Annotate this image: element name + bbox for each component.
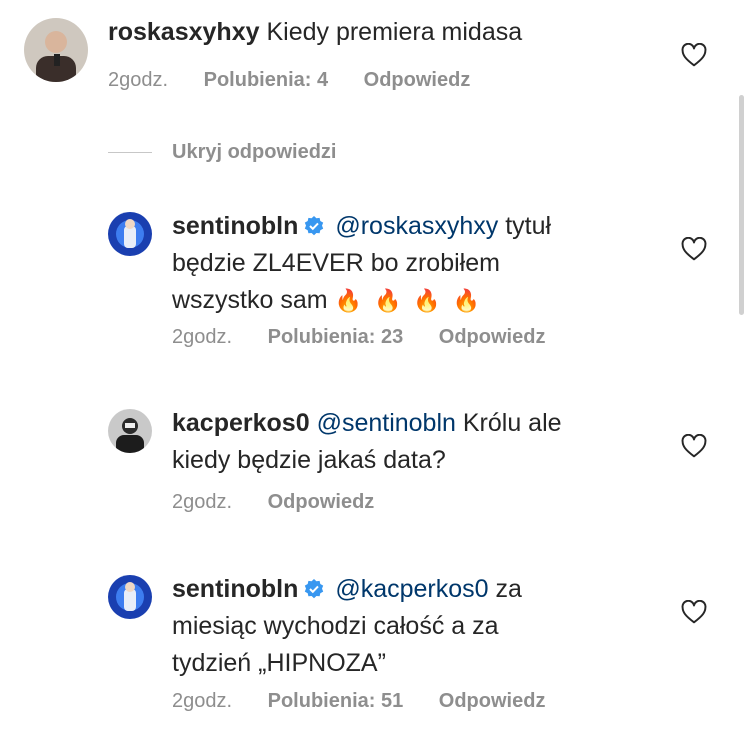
reply-text-line1: Królu ale xyxy=(462,409,562,437)
comment-reply-button[interactable]: Odpowiedz xyxy=(364,69,471,92)
reply-text-line2: miesiąc wychodzi całość a za xyxy=(172,612,499,640)
hide-replies-divider xyxy=(108,152,152,153)
reply-reply-button[interactable]: Odpowiedz xyxy=(439,690,546,713)
comment-username[interactable]: roskasxyhxy xyxy=(108,18,260,46)
heart-outline-icon[interactable] xyxy=(681,43,707,67)
comment-time: 2godz. xyxy=(108,69,169,91)
reply-text-line2: będzie ZL4EVER bo zrobiłem xyxy=(172,249,500,277)
reply-body: kacperkos0 @sentinobln Królu ale kiedy b… xyxy=(172,405,632,479)
heart-outline-icon[interactable] xyxy=(681,237,707,261)
avatar-sentinobln[interactable] xyxy=(108,575,152,619)
reply-mention[interactable]: @kacperkos0 xyxy=(335,575,488,603)
avatar-sentinobln[interactable] xyxy=(108,212,152,256)
avatar-roskasxyhxy[interactable] xyxy=(24,18,88,82)
scrollbar[interactable] xyxy=(739,95,744,315)
reply-time: 2godz. xyxy=(172,491,233,513)
comment-body: roskasxyhxy Kiedy premiera midasa xyxy=(108,14,522,51)
reply-mention[interactable]: @roskasxyhxy xyxy=(335,212,498,240)
avatar-kacperkos0[interactable] xyxy=(108,409,152,453)
comment-text: Kiedy premiera midasa xyxy=(266,18,523,46)
comment-likes[interactable]: Polubienia: 4 xyxy=(204,69,328,92)
reply-likes[interactable]: Polubienia: 23 xyxy=(268,326,404,349)
reply-text-line1: za xyxy=(495,575,522,603)
reply-username[interactable]: kacperkos0 xyxy=(172,409,310,437)
comment-meta: 2godz. Polubienia: 4 Odpowiedz xyxy=(108,69,500,92)
hide-replies-button[interactable]: Ukryj odpowiedzi xyxy=(172,141,336,164)
reply-time: 2godz. xyxy=(172,326,233,348)
verified-badge-icon xyxy=(304,216,324,236)
reply-meta: 2godz. Polubienia: 23 Odpowiedz xyxy=(172,326,575,349)
reply-username[interactable]: sentinobln xyxy=(172,212,298,240)
reply-mention[interactable]: @sentinobln xyxy=(317,409,456,437)
reply-body: sentinobln @roskasxyhxy tytuł będzie ZL4… xyxy=(172,208,612,319)
reply-text-line1: tytuł xyxy=(505,212,552,240)
verified-badge-icon xyxy=(304,579,324,599)
reply-likes[interactable]: Polubienia: 51 xyxy=(268,690,404,713)
reply-meta: 2godz. Polubienia: 51 Odpowiedz xyxy=(172,690,575,713)
reply-text-line3: wszystko sam xyxy=(172,286,328,314)
reply-body: sentinobln @kacperkos0 za miesiąc wychod… xyxy=(172,571,612,682)
heart-outline-icon[interactable] xyxy=(681,434,707,458)
reply-time: 2godz. xyxy=(172,690,233,712)
heart-outline-icon[interactable] xyxy=(681,600,707,624)
reply-username[interactable]: sentinobln xyxy=(172,575,298,603)
reply-text-line2: kiedy będzie jakaś data? xyxy=(172,446,446,474)
reply-reply-button[interactable]: Odpowiedz xyxy=(439,326,546,349)
reply-meta: 2godz. Odpowiedz xyxy=(172,491,404,514)
reply-text-line3: tydzień „HIPNOZA” xyxy=(172,649,386,677)
reply-reply-button[interactable]: Odpowiedz xyxy=(268,491,375,514)
fire-emoji: 🔥🔥🔥🔥 xyxy=(334,288,493,313)
